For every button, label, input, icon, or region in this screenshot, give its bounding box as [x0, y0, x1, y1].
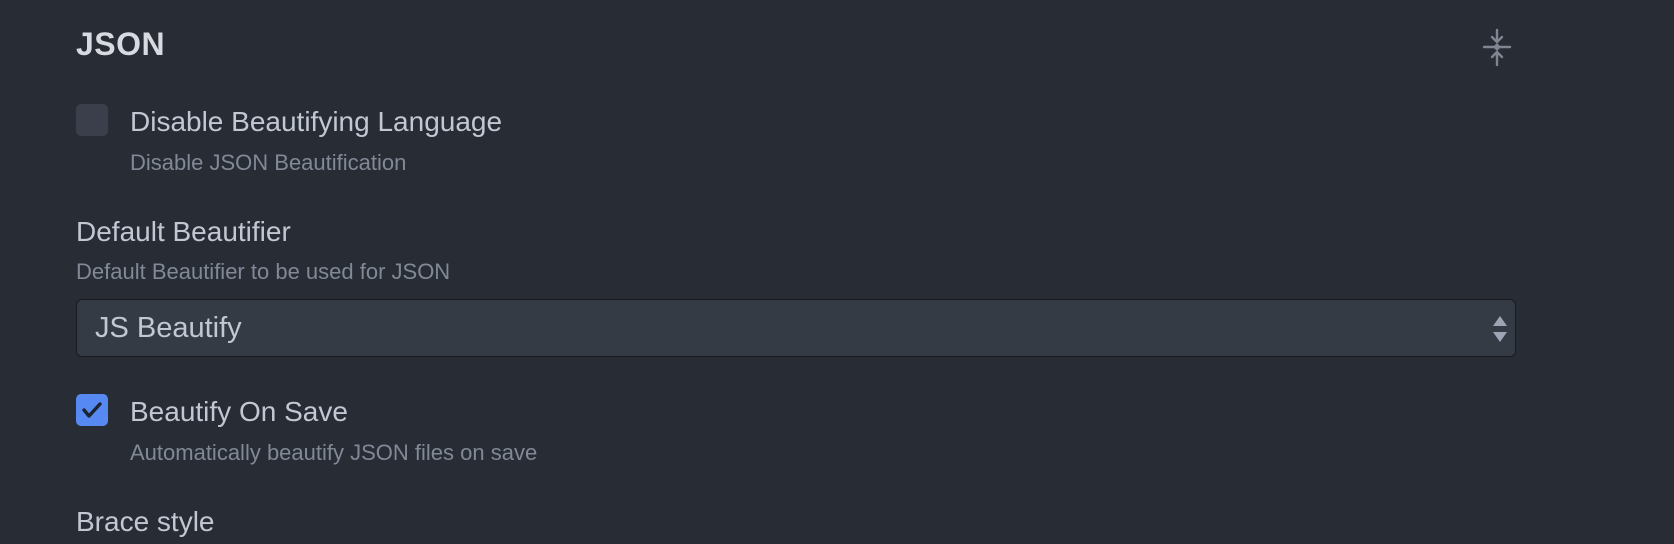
- fold-icon[interactable]: [1480, 28, 1514, 68]
- select-arrows-icon: [1491, 314, 1509, 344]
- select-value: JS Beautify: [95, 312, 242, 344]
- default-beautifier-description: Default Beautifier to be used for JSON: [76, 259, 451, 284]
- section-title: JSON: [76, 26, 166, 62]
- disable-beautifying-checkbox[interactable]: [76, 104, 108, 136]
- disable-beautifying-label: Disable Beautifying Language: [130, 106, 503, 137]
- beautify-on-save-checkbox[interactable]: [76, 394, 108, 426]
- default-beautifier-select[interactable]: JS Beautify: [76, 299, 1516, 357]
- default-beautifier-label: Default Beautifier: [76, 216, 291, 247]
- beautify-on-save-description: Automatically beautify JSON files on sav…: [130, 440, 538, 465]
- checkmark-icon: [82, 402, 102, 418]
- disable-beautifying-description: Disable JSON Beautification: [130, 150, 407, 175]
- settings-panel: JSON Disable Beautifying Language Disabl…: [0, 0, 1674, 544]
- brace-style-label: Brace style: [76, 506, 215, 537]
- beautify-on-save-label: Beautify On Save: [130, 396, 348, 427]
